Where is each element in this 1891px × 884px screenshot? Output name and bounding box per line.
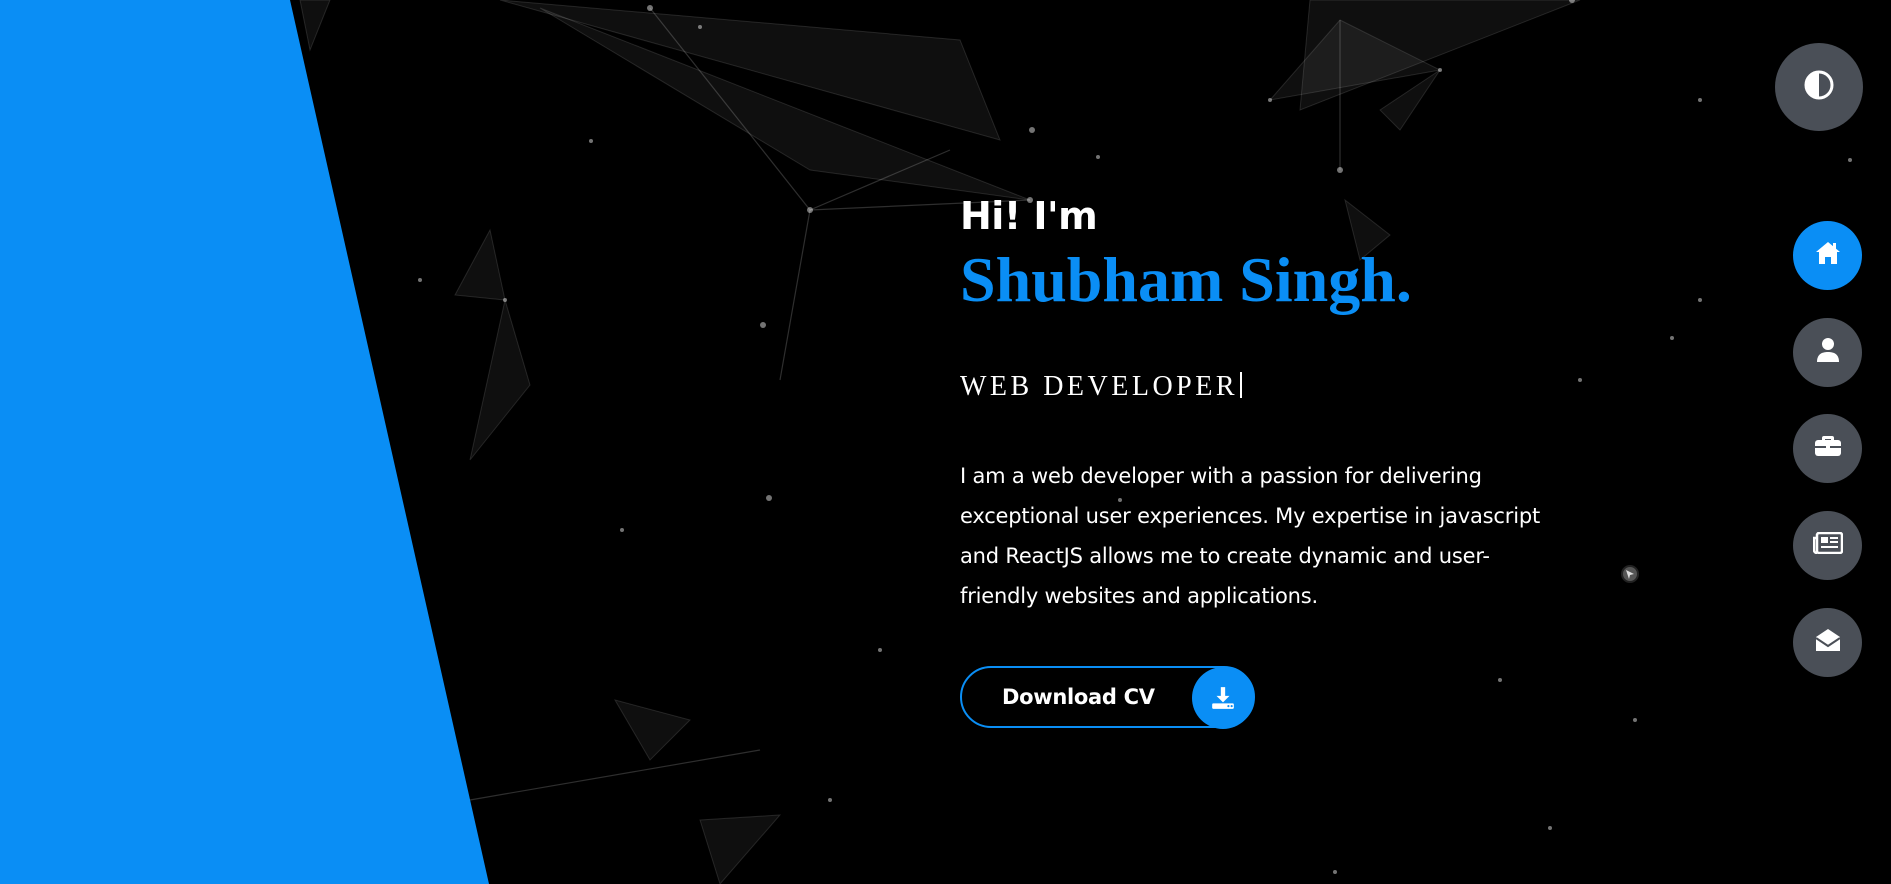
- nav-blog-button[interactable]: [1793, 511, 1862, 580]
- download-icon: [1192, 667, 1254, 729]
- role-text: WEB DEVELOPER: [960, 371, 1239, 402]
- greeting-text: Hi! I'm: [960, 194, 1098, 238]
- blue-accent-panel: [0, 0, 489, 884]
- contrast-icon: [1803, 69, 1835, 106]
- home-section: Hi! I'm Shubham Singh. WEB DEVELOPER I a…: [0, 0, 1891, 884]
- theme-toggle-button[interactable]: [1775, 43, 1863, 131]
- bio-paragraph: I am a web developer with a passion for …: [960, 464, 1540, 608]
- nav-about-button[interactable]: [1793, 318, 1862, 387]
- role-typing-text: WEB DEVELOPER: [960, 370, 1560, 404]
- mouse-cursor-icon: [1620, 564, 1640, 589]
- nav-contact-button[interactable]: [1793, 608, 1862, 677]
- envelope-open-icon: [1814, 627, 1841, 658]
- nav-home-button[interactable]: [1793, 221, 1862, 290]
- nav-portfolio-button[interactable]: [1793, 414, 1862, 483]
- hero-content: Hi! I'm Shubham Singh. WEB DEVELOPER I a…: [960, 190, 1560, 637]
- download-cv-label: Download CV: [1002, 685, 1155, 709]
- hero-name: Shubham Singh.: [960, 244, 1412, 315]
- download-cv-button[interactable]: Download CV: [960, 666, 1255, 729]
- typing-caret: [1240, 372, 1243, 398]
- home-icon: [1814, 240, 1842, 271]
- briefcase-icon: [1814, 434, 1842, 463]
- newspaper-icon: [1812, 531, 1843, 559]
- user-icon: [1816, 337, 1840, 368]
